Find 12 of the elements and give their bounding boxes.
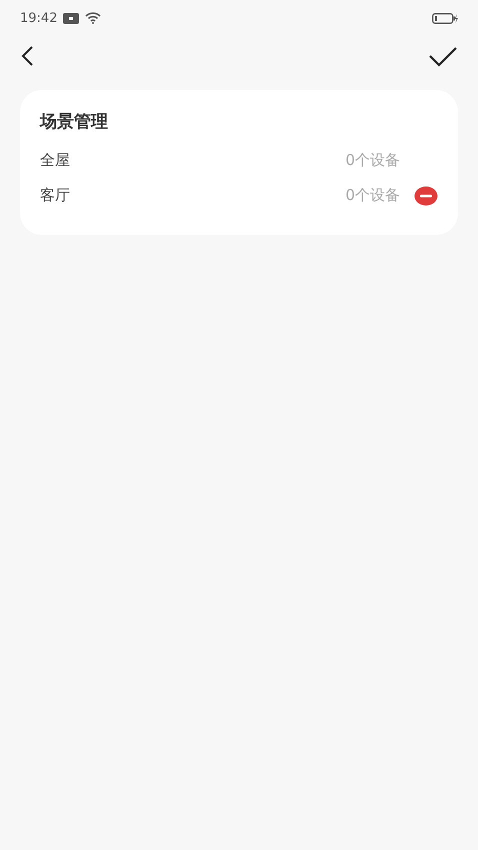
back-icon[interactable] [20,45,34,67]
battery-icon [432,12,458,24]
room-name: 全屋 [40,151,71,170]
wifi-icon [85,12,102,24]
status-time: 19:42 [20,10,58,26]
notification-icon [63,12,80,24]
confirm-check-icon[interactable] [428,45,458,67]
room-name: 客厅 [40,186,71,205]
device-count: 0个设备 [345,151,400,170]
device-count: 0个设备 [345,186,400,205]
card-title: 场景管理 [40,111,109,133]
remove-icon[interactable] [414,186,438,206]
